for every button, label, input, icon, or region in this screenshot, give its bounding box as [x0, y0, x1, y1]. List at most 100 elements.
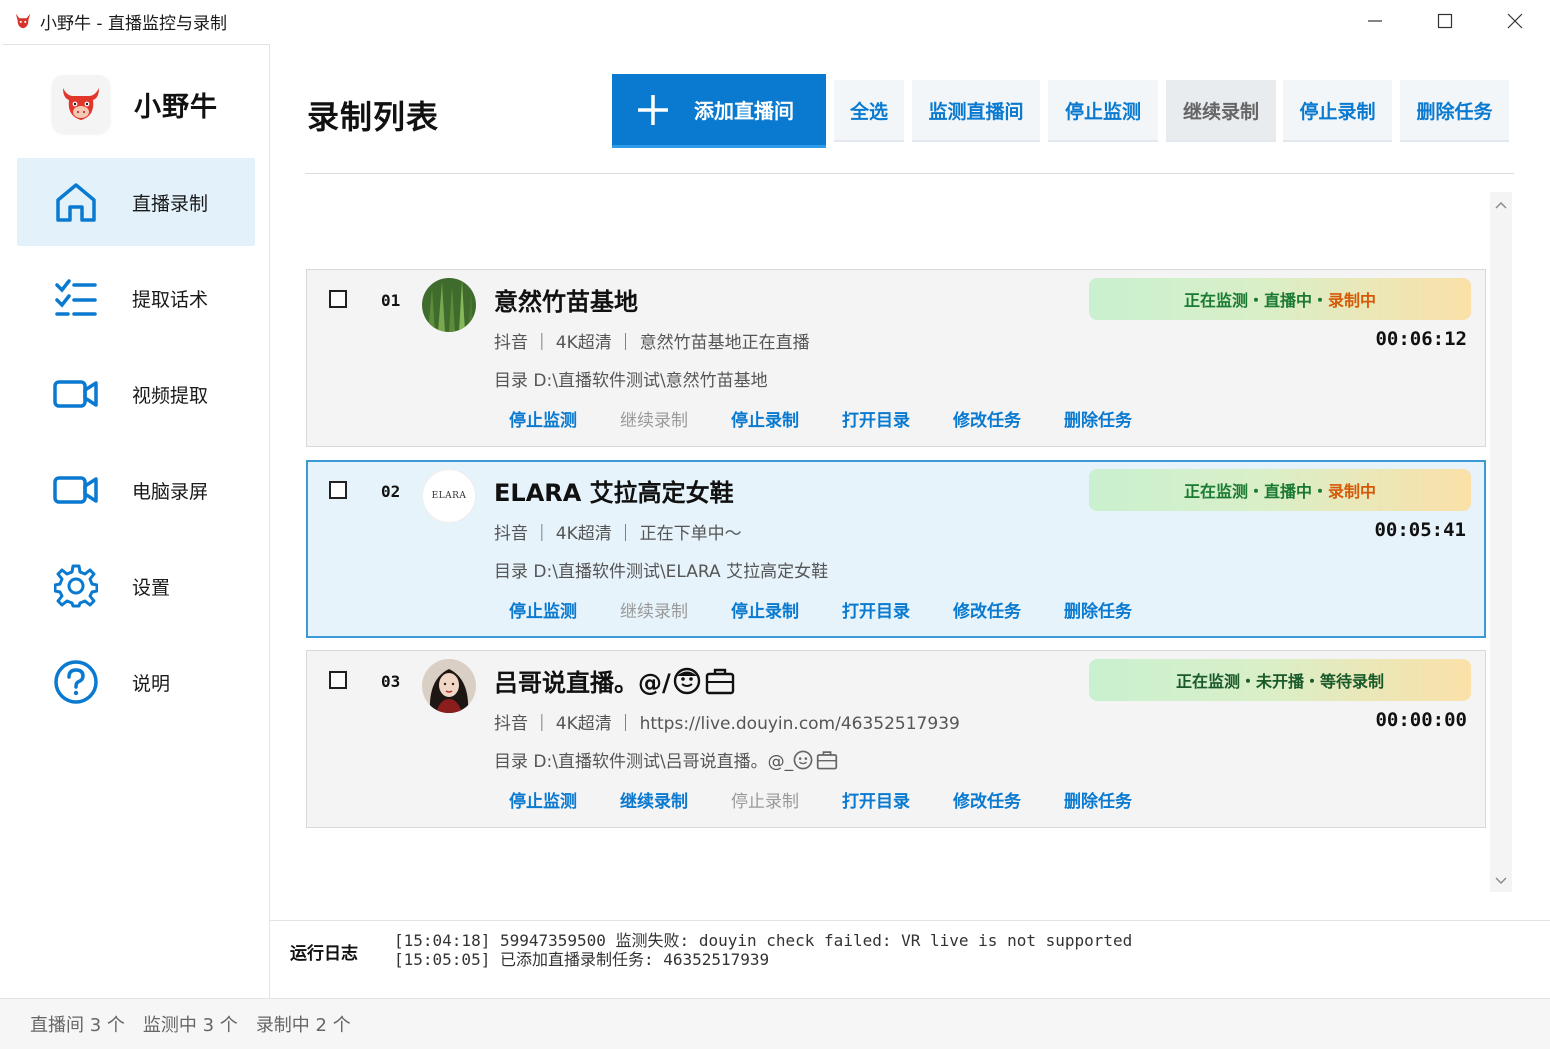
chevron-up-icon[interactable] [1490, 194, 1512, 216]
record-timer: 00:00:00 [1375, 709, 1467, 731]
checklist-icon [52, 274, 100, 322]
sidebar-item-video-extract[interactable]: 视频提取 [17, 350, 255, 438]
task-directory: 目录 D:\直播软件测试\吕哥说直播。@_ [494, 752, 794, 772]
app-logo-icon [15, 13, 31, 29]
status-bar: 直播间 3 个 监测中 3 个 录制中 2 个 [0, 998, 1550, 1049]
brand: 小野牛 [52, 75, 218, 133]
delete-task-button[interactable]: 删除任务 [1400, 80, 1509, 142]
delete-task-link[interactable]: 删除任务 [1064, 787, 1175, 812]
sidebar-item-label: 提取话术 [132, 288, 209, 311]
task-meta: 抖音 ｜ 4K超清 ｜ 正在下单中～ [494, 524, 742, 544]
edit-task-link[interactable]: 修改任务 [953, 406, 1064, 431]
stop-monitor-button[interactable]: 停止监测 [1048, 80, 1158, 142]
minimize-icon[interactable] [1340, 0, 1410, 42]
chevron-down-icon[interactable] [1490, 870, 1512, 892]
sidebar-item-extract-script[interactable]: 提取话术 [17, 254, 255, 342]
task-card[interactable]: 02 ELARA ELARA 艾拉高定女鞋 抖音 ｜ 4K超清 ｜ 正在下单中～… [306, 460, 1486, 638]
header-divider [305, 173, 1514, 174]
gear-icon [52, 562, 100, 610]
resume-record-link[interactable]: 继续录制 [620, 406, 731, 431]
live-room-count: 直播间 3 个 [30, 1015, 125, 1036]
task-index: 02 [381, 482, 401, 501]
status-text: 正在监测・未开播・等待录制 [1175, 672, 1384, 691]
task-actions: 停止监测 继续录制 停止录制 打开目录 修改任务 删除任务 [509, 406, 1175, 431]
record-timer: 00:05:41 [1374, 519, 1466, 541]
status-badge: 正在监测・直播中・ 录制中 [1089, 278, 1471, 320]
task-name-row: 吕哥说直播。@/ [494, 663, 735, 698]
stop-monitor-link[interactable]: 停止监测 [509, 406, 620, 431]
edit-task-link[interactable]: 修改任务 [953, 597, 1064, 622]
task-index: 01 [381, 291, 401, 310]
run-log-label: 运行日志 [290, 944, 358, 964]
resume-record-link[interactable]: 继续录制 [620, 597, 731, 622]
record-timer: 00:06:12 [1375, 328, 1467, 350]
avatar: ELARA [422, 469, 476, 523]
status-text: 正在监测・直播中・ [1183, 291, 1328, 310]
status-badge: 正在监测・直播中・ 录制中 [1089, 469, 1471, 511]
task-checkbox[interactable] [329, 481, 347, 499]
task-actions: 停止监测 继续录制 停止录制 打开目录 修改任务 删除任务 [509, 787, 1175, 812]
recording-count: 录制中 2 个 [255, 1015, 351, 1036]
smiley-emoji-icon [793, 750, 813, 769]
sidebar-item-label: 设置 [132, 576, 171, 599]
resume-record-link[interactable]: 继续录制 [620, 787, 731, 812]
task-meta: 抖音 ｜ 4K超清 ｜ https://live.douyin.com/4635… [494, 714, 960, 734]
open-directory-link[interactable]: 打开目录 [842, 597, 953, 622]
plus-icon [638, 94, 668, 125]
task-card[interactable]: 03 吕哥说直播。@/ 抖音 ｜ 4K超清 ｜ https://live.dou… [306, 650, 1486, 828]
add-live-room-button[interactable]: 添加直播间 [612, 74, 826, 148]
avatar [422, 278, 476, 332]
brand-logo-icon [52, 75, 110, 133]
briefcase-icon [817, 750, 838, 769]
sidebar-item-label: 视频提取 [132, 384, 209, 407]
task-checkbox[interactable] [329, 671, 347, 689]
task-name: 吕哥说直播。@/ [494, 669, 671, 697]
status-badge: 正在监测・未开播・等待录制 [1089, 659, 1471, 701]
monitor-live-room-button[interactable]: 监测直播间 [912, 80, 1040, 142]
title-bar: 小野牛 - 直播监控与录制 [0, 0, 1550, 42]
log-line: [15:04:18] 59947359500 监测失败: douyin chec… [394, 931, 1133, 950]
stop-record-link[interactable]: 停止录制 [731, 406, 842, 431]
log-lines[interactable]: [15:04:18] 59947359500 监测失败: douyin chec… [394, 931, 1132, 969]
brand-name: 小野牛 [134, 91, 218, 123]
sidebar-item-label: 电脑录屏 [132, 480, 209, 503]
open-directory-link[interactable]: 打开目录 [842, 406, 953, 431]
avatar-brand-text: ELARA [431, 491, 467, 501]
task-index: 03 [381, 672, 401, 691]
stop-monitor-link[interactable]: 停止监测 [509, 597, 620, 622]
task-directory-row: 目录 D:\直播软件测试\吕哥说直播。@_ [494, 747, 838, 772]
stop-record-link[interactable]: 停止录制 [731, 597, 842, 622]
sidebar-item-live-record[interactable]: 直播录制 [17, 158, 255, 246]
recording-status: 录制中 [1328, 291, 1377, 310]
monitoring-count: 监测中 3 个 [142, 1015, 238, 1036]
maximize-icon[interactable] [1410, 0, 1480, 42]
close-icon[interactable] [1480, 0, 1550, 42]
sidebar-item-label: 直播录制 [132, 192, 209, 215]
delete-task-link[interactable]: 删除任务 [1064, 597, 1175, 622]
resume-record-button[interactable]: 继续录制 [1166, 80, 1276, 142]
task-meta: 抖音 ｜ 4K超清 ｜ 意然竹苗基地正在直播 [494, 333, 810, 353]
delete-task-link[interactable]: 删除任务 [1064, 406, 1175, 431]
recording-status: 录制中 [1328, 482, 1377, 501]
page-title: 录制列表 [307, 98, 440, 136]
sidebar-item-settings[interactable]: 设置 [17, 542, 255, 630]
edit-task-link[interactable]: 修改任务 [953, 787, 1064, 812]
avatar [422, 659, 476, 713]
task-actions: 停止监测 继续录制 停止录制 打开目录 修改任务 删除任务 [509, 597, 1175, 622]
stop-record-link[interactable]: 停止录制 [731, 787, 842, 812]
stop-record-button[interactable]: 停止录制 [1283, 80, 1392, 142]
briefcase-icon [705, 668, 734, 694]
task-card[interactable]: 01 意然竹苗基地 抖音 ｜ 4K超清 ｜ 意然竹苗基地正在直播 目录 D:\直… [306, 269, 1486, 447]
sidebar: 小野牛 直播录制 提取话术 视频提取 电脑录屏 设置 说明 [2, 44, 270, 998]
stop-monitor-link[interactable]: 停止监测 [509, 787, 620, 812]
sidebar-item-screen-record[interactable]: 电脑录屏 [17, 446, 255, 534]
sidebar-item-help[interactable]: 说明 [17, 638, 255, 726]
help-icon [52, 658, 100, 706]
scrollbar[interactable] [1490, 192, 1512, 892]
select-all-button[interactable]: 全选 [834, 80, 904, 142]
window-title: 小野牛 - 直播监控与录制 [40, 13, 227, 34]
task-name: ELARA 艾拉高定女鞋 [494, 479, 734, 507]
open-directory-link[interactable]: 打开目录 [842, 787, 953, 812]
status-text: 正在监测・直播中・ [1183, 482, 1328, 501]
task-checkbox[interactable] [329, 290, 347, 308]
